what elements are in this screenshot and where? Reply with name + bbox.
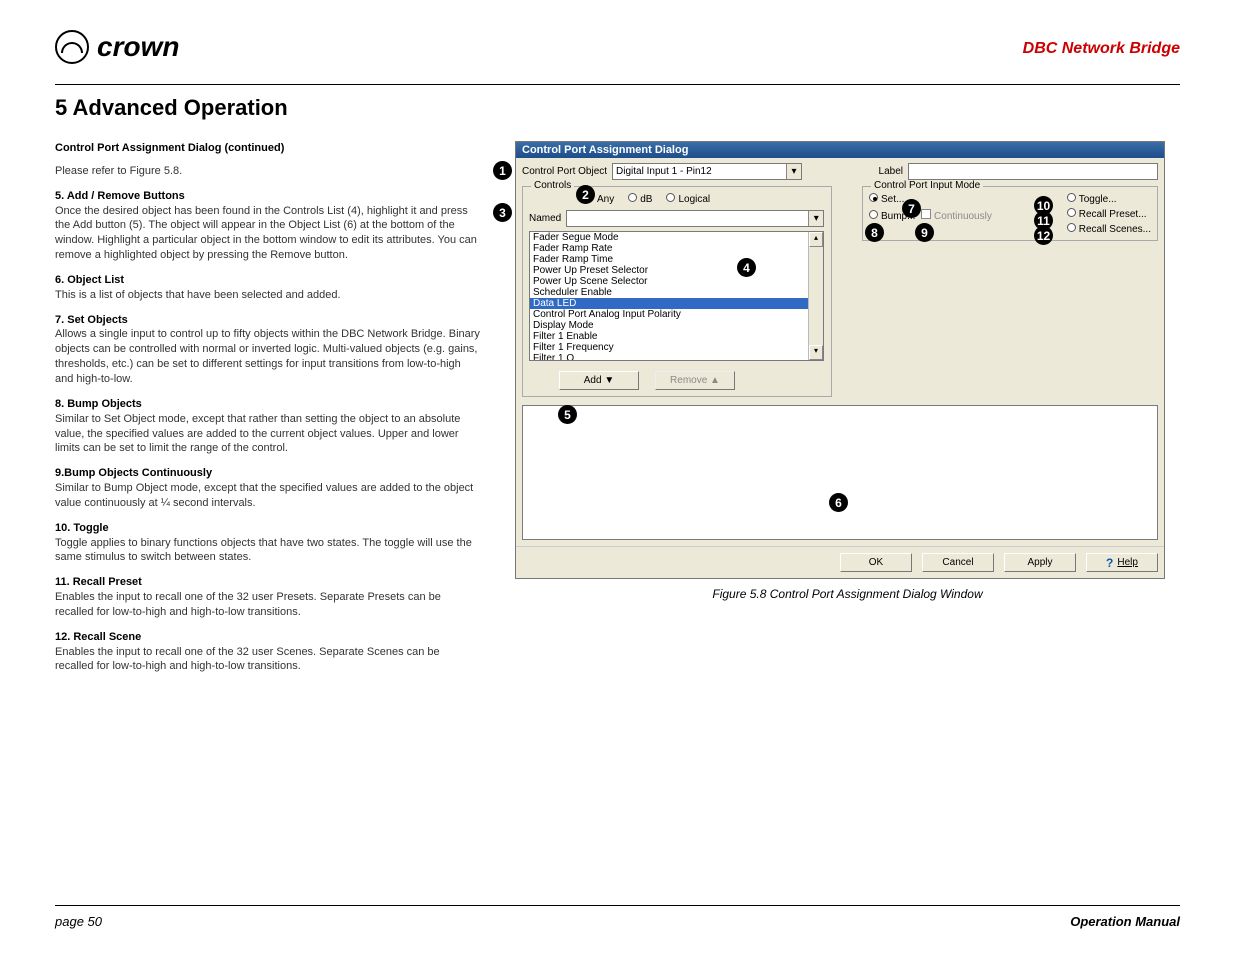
page-number: page 50 bbox=[55, 914, 102, 929]
controls-listbox[interactable]: ▴ ▾ Fader Segue ModeFader Ramp RateFader… bbox=[529, 231, 824, 361]
callout-5: 5 bbox=[558, 405, 577, 424]
list-item[interactable]: Display Mode bbox=[530, 320, 823, 331]
add-button[interactable]: Add ▼ bbox=[559, 371, 639, 390]
s11-heading: 11. Recall Preset bbox=[55, 575, 480, 590]
control-port-object-value: Digital Input 1 - Pin12 bbox=[616, 166, 712, 177]
label-input[interactable] bbox=[908, 163, 1158, 180]
s5-text: Once the desired object has been found i… bbox=[55, 204, 480, 263]
brand-name: crown bbox=[97, 31, 179, 63]
s6-heading: 6. Object List bbox=[55, 273, 480, 288]
product-name: DBC Network Bridge bbox=[1023, 30, 1180, 58]
radio-toggle[interactable]: Toggle... bbox=[1067, 193, 1151, 205]
sub-heading: Control Port Assignment Dialog (continue… bbox=[55, 141, 480, 156]
radio-set[interactable]: Set... bbox=[869, 193, 992, 205]
s5-heading: 5. Add / Remove Buttons bbox=[55, 189, 480, 204]
refer-text: Please refer to Figure 5.8. bbox=[55, 164, 480, 179]
brand-logo: crown bbox=[55, 30, 179, 64]
list-item[interactable]: Fader Ramp Time bbox=[530, 254, 823, 265]
s10-text: Toggle applies to binary functions objec… bbox=[55, 536, 480, 566]
s7-heading: 7. Set Objects bbox=[55, 313, 480, 328]
radio-db[interactable]: dB bbox=[628, 193, 652, 205]
s11-text: Enables the input to recall one of the 3… bbox=[55, 590, 480, 620]
s12-heading: 12. Recall Scene bbox=[55, 630, 480, 645]
callout-3: 3 bbox=[493, 203, 512, 222]
callout-4: 4 bbox=[737, 258, 756, 277]
continuously-checkbox[interactable] bbox=[921, 209, 931, 219]
callout-2: 2 bbox=[576, 185, 595, 204]
s8-text: Similar to Set Object mode, except that … bbox=[55, 412, 480, 457]
crown-icon bbox=[55, 30, 89, 64]
callout-8: 8 bbox=[865, 223, 884, 242]
header-divider bbox=[55, 84, 1180, 85]
s9-text: Similar to Bump Object mode, except that… bbox=[55, 481, 480, 511]
figure-caption: Figure 5.8 Control Port Assignment Dialo… bbox=[515, 587, 1180, 601]
radio-recall-preset[interactable]: Recall Preset... bbox=[1067, 208, 1151, 220]
list-item[interactable]: Control Port Analog Input Polarity bbox=[530, 309, 823, 320]
list-item[interactable]: Fader Segue Mode bbox=[530, 232, 823, 243]
chevron-down-icon[interactable]: ▾ bbox=[808, 211, 823, 226]
list-item[interactable]: Fader Ramp Rate bbox=[530, 243, 823, 254]
chevron-down-icon[interactable]: ▾ bbox=[786, 164, 801, 179]
scroll-down-icon[interactable]: ▾ bbox=[809, 345, 823, 360]
footer-divider bbox=[55, 905, 1180, 906]
callout-9: 9 bbox=[915, 223, 934, 242]
named-label: Named bbox=[529, 213, 561, 224]
manual-title: Operation Manual bbox=[1070, 914, 1180, 929]
s12-text: Enables the input to recall one of the 3… bbox=[55, 645, 480, 675]
s7-text: Allows a single input to control up to f… bbox=[55, 327, 480, 386]
control-port-assignment-dialog: Control Port Assignment Dialog Control P… bbox=[515, 141, 1165, 579]
s10-heading: 10. Toggle bbox=[55, 521, 480, 536]
help-icon: ? bbox=[1106, 556, 1113, 570]
section-heading: 5 Advanced Operation bbox=[55, 95, 1180, 121]
list-item[interactable]: Power Up Scene Selector bbox=[530, 276, 823, 287]
scrollbar[interactable]: ▴ ▾ bbox=[808, 232, 823, 360]
dialog-titlebar: Control Port Assignment Dialog bbox=[516, 142, 1164, 158]
body-text-column: Control Port Assignment Dialog (continue… bbox=[55, 141, 480, 684]
list-item[interactable]: Filter 1 Q bbox=[530, 353, 823, 361]
apply-button[interactable]: Apply bbox=[1004, 553, 1076, 572]
callout-12: 12 bbox=[1034, 226, 1053, 245]
controls-frame-label: Controls bbox=[531, 180, 574, 191]
figure-5-8: Control Port Assignment Dialog Control P… bbox=[515, 141, 1180, 579]
list-item[interactable]: Data LED bbox=[530, 298, 823, 309]
list-item[interactable]: Power Up Preset Selector bbox=[530, 265, 823, 276]
callout-7: 7 bbox=[902, 199, 921, 218]
named-select[interactable]: ▾ bbox=[566, 210, 824, 227]
mode-frame-label: Control Port Input Mode bbox=[871, 180, 983, 191]
list-item[interactable]: Filter 1 Frequency bbox=[530, 342, 823, 353]
s8-heading: 8. Bump Objects bbox=[55, 397, 480, 412]
help-button[interactable]: ?Help bbox=[1086, 553, 1158, 572]
cancel-button[interactable]: Cancel bbox=[922, 553, 994, 572]
remove-button[interactable]: Remove ▲ bbox=[655, 371, 735, 390]
s9-heading: 9.Bump Objects Continuously bbox=[55, 466, 480, 481]
scroll-up-icon[interactable]: ▴ bbox=[809, 232, 823, 247]
control-port-object-select[interactable]: Digital Input 1 - Pin12 ▾ bbox=[612, 163, 802, 180]
controls-frame: Controls Any dB Logical Named bbox=[522, 186, 832, 397]
radio-logical[interactable]: Logical bbox=[666, 193, 710, 205]
list-item[interactable]: Filter 1 Enable bbox=[530, 331, 823, 342]
list-item[interactable]: Scheduler Enable bbox=[530, 287, 823, 298]
callout-6: 6 bbox=[829, 493, 848, 512]
radio-bump[interactable]: Bump... Continuously bbox=[869, 209, 992, 222]
callout-1: 1 bbox=[493, 161, 512, 180]
control-port-object-label: Control Port Object bbox=[522, 166, 607, 177]
label-field-label: Label bbox=[879, 166, 903, 177]
object-list-panel[interactable] bbox=[522, 405, 1158, 540]
s6-text: This is a list of objects that have been… bbox=[55, 288, 480, 303]
radio-recall-scenes[interactable]: Recall Scenes... bbox=[1067, 223, 1151, 235]
ok-button[interactable]: OK bbox=[840, 553, 912, 572]
